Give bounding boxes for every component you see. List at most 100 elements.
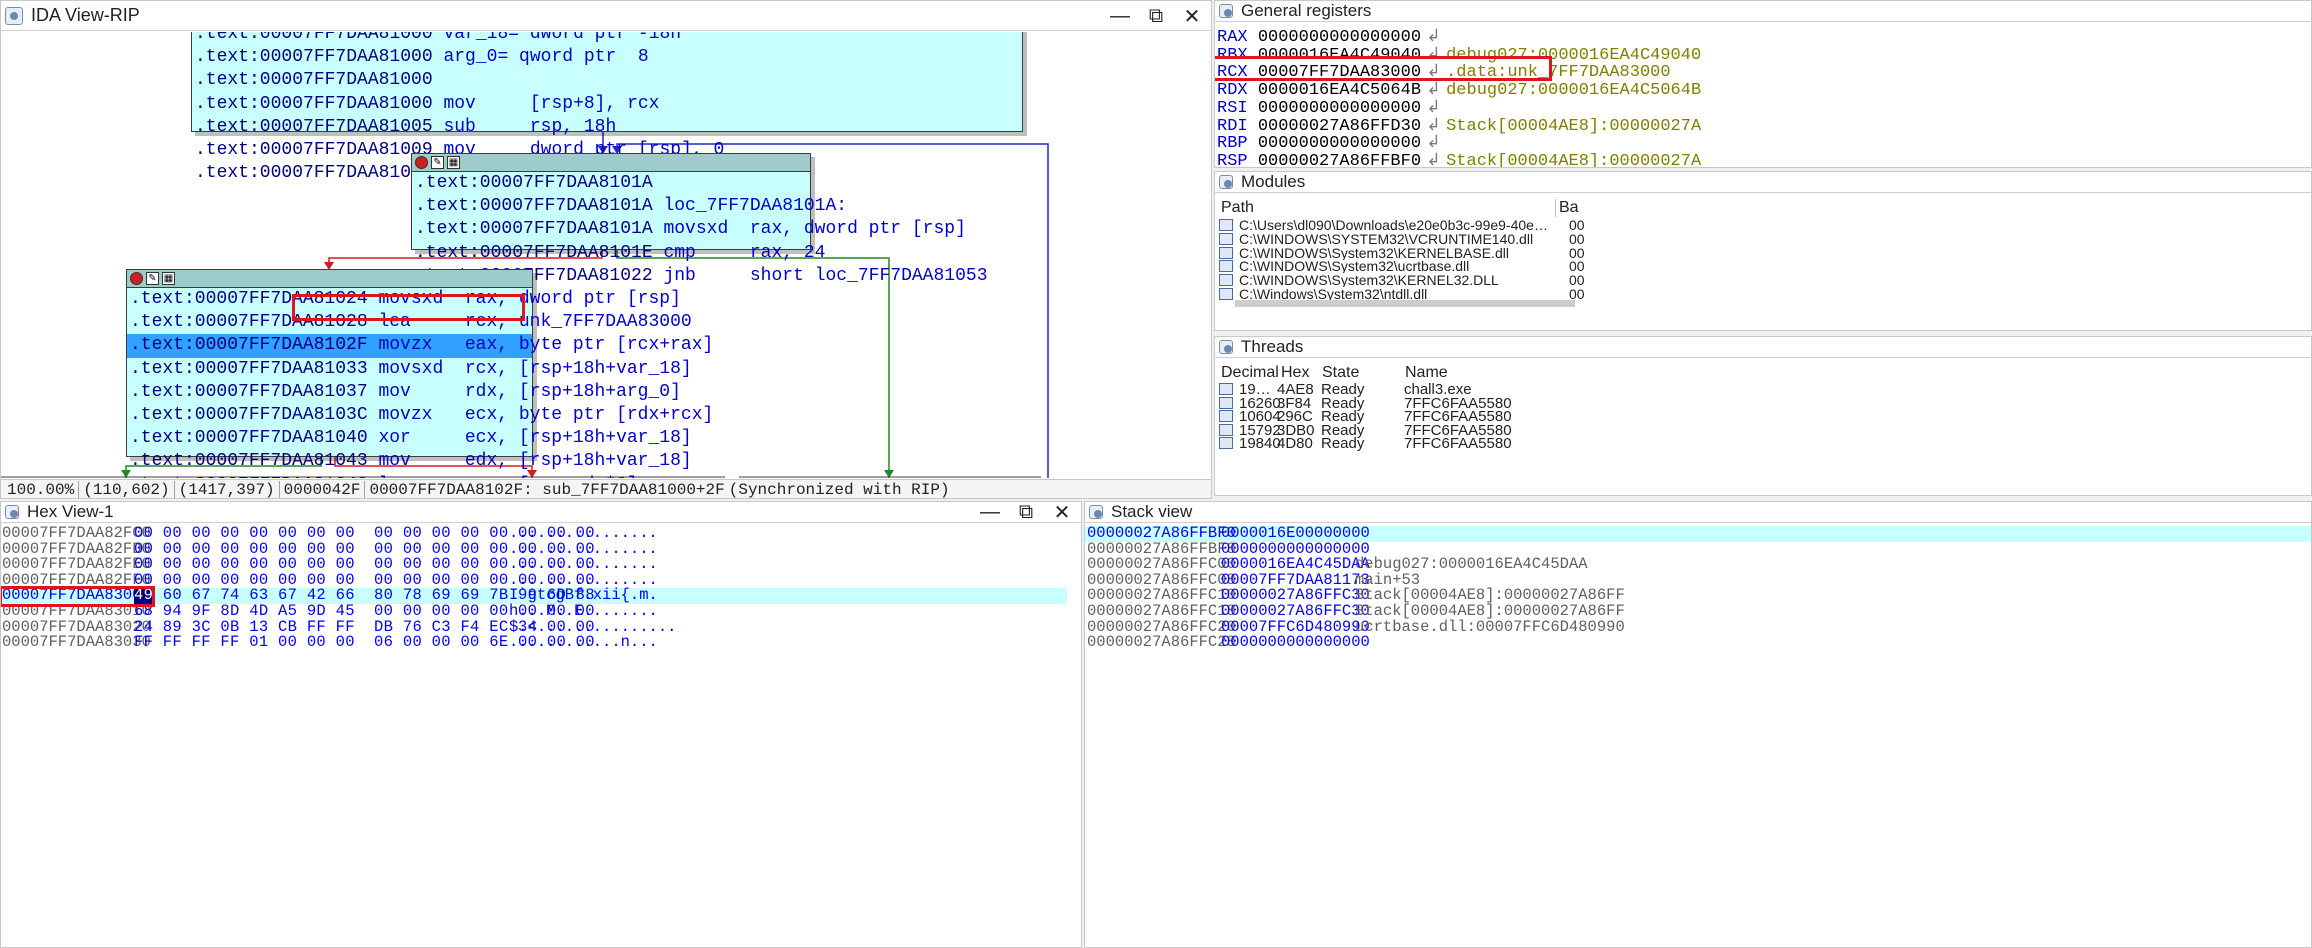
asm-line[interactable]: .text:00007FF7DAA81000 mov [rsp+8], rcx [192,93,1022,116]
asm-address: .text:00007FF7DAA8101A [415,173,653,193]
register-row[interactable]: RSP 00000027A86FFBF0 ↲ Stack[00004AE8]:0… [1217,150,1701,168]
asm-line[interactable]: .text:00007FF7DAA81040 xor ecx, [rsp+18h… [127,427,692,450]
register-value[interactable]: 00000027A86FFD30 [1258,117,1421,136]
asm-address: .text:00007FF7DAA8103C [130,404,368,425]
module-icon [1219,260,1233,273]
module-row[interactable]: C:\WINDOWS\System32\KERNELBASE.dll 00 [1219,246,2309,260]
block-graph-icon[interactable]: ▦ [447,156,460,169]
asm-line[interactable]: .text:00007FF7DAA8102F movzx eax, byte p… [127,334,713,358]
hex-address[interactable]: 00007FF7DAA83030 [2,635,151,651]
asm-line[interactable]: .text:00007FF7DAA81046 lea ecx, [rcx+rdx… [127,474,638,479]
asm-text: movsxd rcx, [rsp+18h+var_18] [367,358,692,379]
asm-line[interactable]: .text:00007FF7DAA8101A movsxd rax, dword… [412,218,966,241]
module-row[interactable]: C:\WINDOWS\SYSTEM32\VCRUNTIME140.dll 00 [1219,232,2309,246]
register-row[interactable]: RDX 0000016EA4C5064B ↲ debug027:0000016E… [1217,81,1701,100]
thread-hex: 4D80 [1277,435,1313,453]
module-row[interactable]: C:\WINDOWS\System32\KERNEL32.DLL 00 [1219,273,2309,287]
modules-scrollbar[interactable] [1235,300,1575,307]
register-value[interactable]: 0000000000000000 [1258,28,1421,47]
asm-line[interactable]: .text:00007FF7DAA81033 movsxd rcx, [rsp+… [127,358,692,381]
register-name: RDI [1217,116,1248,136]
register-value[interactable]: 0000016EA4C5064B [1258,81,1421,100]
asm-line[interactable]: .text:00007FF7DAA81000 [192,69,1022,92]
asm-text: mov rdx, [rsp+18h+arg_0] [367,381,681,402]
status-pos1: (110,602) [79,481,175,498]
hex-row[interactable]: 00007FF7DAA83030 FF FF FF FF 01 00 00 00 … [1,635,1067,651]
stack-address: 00000027A86FFC28 [1087,633,1236,652]
asm-address: .text:00007FF7DAA81000 [195,70,433,91]
modules-col-base[interactable]: Ba [1555,199,1579,217]
minimize-icon[interactable]: — [1107,3,1133,29]
register-name: RSP [1217,151,1248,168]
asm-text: movzx eax, byte ptr [rcx+rax] [367,335,714,356]
register-row[interactable]: RAX 0000000000000000 ↲ [1217,28,1446,47]
graph-canvas[interactable]: .text:00007FF7DAA81000 var_18= dword ptr… [1,32,1211,479]
asm-line[interactable]: .text:00007FF7DAA8103C movzx ecx, byte p… [127,404,713,427]
stack-value[interactable]: 0000000000000000 [1221,635,1370,651]
thread-row[interactable]: 19… 4AE8 Ready chall3.exe [1215,382,2305,397]
asm-address: .text:00007FF7DAA8101A [415,196,653,217]
jump-arrow-icon[interactable]: ↲ [1421,150,1446,167]
close-icon[interactable]: ✕ [1049,502,1075,525]
register-row[interactable]: RBP 0000000000000000 ↲ [1217,134,1446,153]
asm-line[interactable]: .text:00007FF7DAA81000 arg_0= qword ptr … [192,46,1022,69]
threads-col-hex[interactable]: Hex [1281,364,1309,382]
asm-address: .text:00007FF7DAA8101E [415,242,653,263]
threads-col-name[interactable]: Name [1405,364,1448,382]
threads-col-state[interactable]: State [1322,364,1359,382]
asm-text: cmp rax, 24 [652,242,826,263]
register-value[interactable]: 0000000000000000 [1258,134,1421,153]
restore-icon[interactable]: ⧉ [1013,502,1039,525]
hex-dump[interactable]: 00007FF7DAA82FC0 00 00 00 00 00 00 00 00 … [1,523,1081,947]
close-icon[interactable]: ✕ [1179,3,1205,29]
asm-line[interactable]: .text:00007FF7DAA8101E cmp rax, 24 [412,242,825,265]
thread-row[interactable]: 19840 4D80 Ready 7FFC6FAA5580 [1215,435,2305,453]
hex-ascii[interactable]: ............n... [509,635,658,651]
module-icon [1219,288,1233,300]
minimize-icon[interactable]: — [977,502,1003,525]
register-value[interactable]: 0000000000000000 [1258,99,1421,118]
block-edit-icon[interactable]: ✎ [431,156,444,169]
stack-list[interactable]: 00000027A86FFBF0 0000016E00000000 00000027… [1085,523,2311,947]
asm-line[interactable]: .text:00007FF7DAA81043 mov edx, [rsp+18h… [127,450,692,473]
hex-view-title: Hex View-1 [27,502,114,521]
block-graph-icon[interactable]: ▦ [162,272,175,285]
asm-line[interactable]: .text:00007FF7DAA8101A loc_7FF7DAA8101A: [412,195,847,218]
block-color-icon[interactable] [130,272,143,285]
module-path: C:\WINDOWS\SYSTEM32\VCRUNTIME140.dll [1239,231,1534,246]
module-row[interactable]: C:\Windows\System32\ntdll.dll 00 [1219,287,2309,301]
register-row[interactable]: RSI 0000000000000000 ↲ [1217,98,1446,118]
asm-line[interactable]: .text:00007FF7DAA81037 mov rdx, [rsp+18h… [127,381,681,404]
modules-panel: Modules Path Ba C:\Users\dl090\Downloads… [1214,171,2312,331]
stack-row[interactable]: 00000027A86FFC28 0000000000000000 [1085,635,2311,651]
register-value[interactable]: 00000027A86FFBF0 [1258,152,1421,167]
threads-col-decimal[interactable]: Decimal [1221,364,1279,382]
block-edit-icon[interactable]: ✎ [146,272,159,285]
asm-address: .text:00007FF7DAA81010 [195,163,433,184]
thread-row[interactable]: 10604 296C Ready 7FFC6FAA5580 [1215,409,2305,424]
registers-panel: General registers RAX 0000000000000000 ↲… [1214,0,2312,168]
status-sync: (Synchronized with RIP) [728,481,950,499]
register-row[interactable]: RDI 00000027A86FFD30 ↲ Stack[00004AE8]:0… [1217,116,1701,136]
asm-line[interactable]: .text:00007FF7DAA81000 var_18= dword ptr… [192,32,1022,46]
code-block-loop[interactable]: ✎ ▦ .text:00007FF7DAA8101A .text:00007FF7… [411,153,988,286]
register-name: RAX [1217,28,1248,47]
thread-row[interactable]: 16260 3F84 Ready 7FFC6FAA5580 [1215,396,2305,411]
module-row[interactable]: C:\WINDOWS\System32\ucrtbase.dll 00 [1219,259,2309,273]
module-icon [1219,246,1233,259]
module-row[interactable]: C:\Users\dl090\Downloads\e20e0b3c-99e9-4… [1219,218,2309,232]
asm-address: .text:00007FF7DAA81033 [130,358,368,379]
thread-icon [1219,437,1233,450]
modules-title: Modules [1241,172,1306,191]
modules-col-path[interactable]: Path [1221,199,1254,217]
asm-line[interactable]: .text:00007FF7DAA8101A [412,172,810,195]
thread-row[interactable]: 15792 3DB0 Ready 7FFC6FAA5580 [1215,423,2305,438]
restore-icon[interactable]: ⧉ [1143,3,1169,29]
code-block-entry[interactable]: .text:00007FF7DAA81000 var_18= dword ptr… [191,32,1023,183]
module-base: 00 [1569,217,1585,233]
module-path: C:\Users\dl090\Downloads\e20e0b3c-99e9-4… [1239,218,1548,232]
block-color-icon[interactable] [415,156,428,169]
asm-address: .text:00007FF7DAA81009 [195,139,433,160]
asm-line[interactable]: .text:00007FF7DAA81005 sub rsp, 18h [192,116,1022,139]
module-path: C:\WINDOWS\System32\KERNEL32.DLL [1239,273,1499,288]
